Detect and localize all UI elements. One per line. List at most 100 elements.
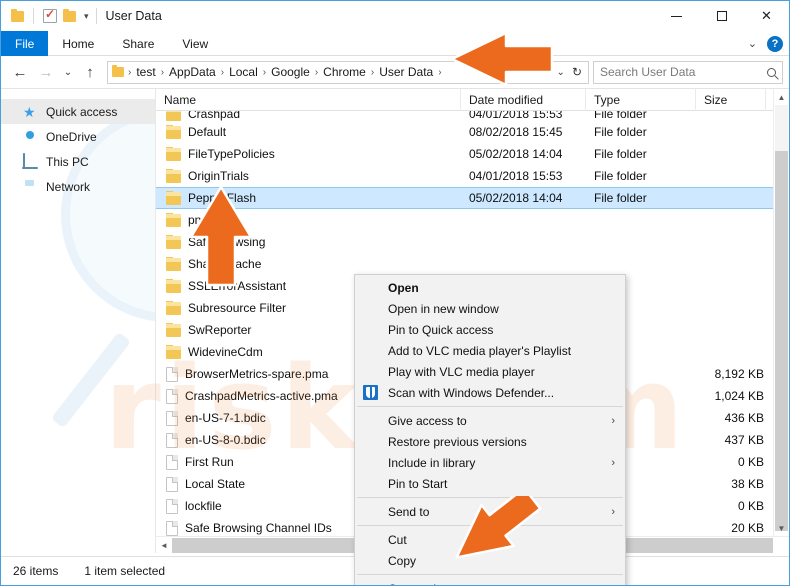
scroll-up-icon[interactable]: ▲ — [774, 89, 789, 105]
tab-share[interactable]: Share — [108, 31, 168, 56]
menu-item-open[interactable]: Open — [355, 277, 625, 298]
menu-item-pin-to-quick-access[interactable]: Pin to Quick access — [355, 319, 625, 340]
menu-item-pin-to-start[interactable]: Pin to Start — [355, 473, 625, 494]
computer-icon — [23, 152, 39, 170]
menu-item-label: Restore previous versions — [388, 434, 527, 449]
menu-item-cut[interactable]: Cut — [355, 529, 625, 550]
table-row[interactable]: PepperFlash 05/02/2018 14:04 File folder — [156, 187, 789, 209]
magnifier-handle-watermark — [50, 331, 132, 429]
breadcrumb[interactable]: › test › AppData › Local › Google › Chro… — [107, 60, 589, 84]
column-header-name[interactable]: Name — [156, 89, 461, 111]
menu-item-send-to[interactable]: Send to › — [355, 501, 625, 522]
file-name-cell: pnacl — [156, 213, 461, 227]
properties-icon[interactable] — [43, 7, 57, 23]
file-name-label: FileTypePolicies — [188, 147, 275, 161]
tab-view[interactable]: View — [168, 31, 222, 56]
vertical-scrollbar[interactable]: ▲ ▼ — [773, 89, 789, 536]
menu-item-restore-previous-versions[interactable]: Restore previous versions — [355, 431, 625, 452]
file-icon — [166, 432, 178, 448]
sidebar-item-this-pc[interactable]: This PC — [1, 149, 155, 174]
menu-item-label: Copy — [388, 553, 417, 568]
title-divider — [95, 8, 97, 24]
search-input[interactable]: Search User Data — [593, 60, 783, 84]
table-row[interactable]: OriginTrials 04/01/2018 15:53 File folder — [156, 165, 789, 187]
toolbar-divider — [33, 8, 34, 24]
minimize-button[interactable] — [654, 1, 699, 31]
back-button[interactable]: ← — [7, 59, 33, 85]
table-row[interactable]: Safe Browsing — [156, 231, 789, 253]
file-size-cell: 436 KB — [724, 411, 764, 425]
forward-button[interactable]: → — [33, 59, 59, 85]
menu-item-copy[interactable]: Copy — [355, 550, 625, 571]
new-folder-icon[interactable] — [63, 8, 76, 22]
breadcrumb-item-appdata[interactable]: AppData — [165, 65, 220, 79]
breadcrumb-item-user-data[interactable]: User Data — [375, 65, 437, 79]
file-type-cell: File folder — [594, 125, 647, 139]
column-header-type[interactable]: Type — [586, 89, 696, 111]
menu-item-play-with-vlc-media-player[interactable]: Play with VLC media player — [355, 361, 625, 382]
file-name-label: PepperFlash — [188, 191, 257, 205]
close-button[interactable]: ✕ — [744, 1, 789, 31]
sidebar-item-onedrive[interactable]: OneDrive — [1, 124, 155, 149]
table-row[interactable]: FileTypePolicies 05/02/2018 14:04 File fol… — [156, 143, 789, 165]
menu-item-open-in-new-window[interactable]: Open in new window — [355, 298, 625, 319]
breadcrumb-item-local[interactable]: Local — [225, 65, 262, 79]
expand-ribbon-icon[interactable]: ⌄ — [748, 37, 757, 50]
breadcrumb-item-chrome[interactable]: Chrome — [319, 65, 370, 79]
tab-file[interactable]: File — [1, 31, 49, 56]
sort-indicator-icon: ^ — [301, 89, 306, 94]
sidebar-item-label: Quick access — [46, 104, 118, 119]
folder-icon — [166, 191, 181, 205]
scroll-left-icon[interactable]: ◄ — [156, 537, 172, 553]
ribbon-tabs: File Home Share View ⌄ ? — [1, 31, 789, 56]
chevron-down-icon[interactable]: ▾ — [84, 11, 89, 22]
menu-item-label: Pin to Start — [388, 476, 448, 491]
sidebar-item-network[interactable]: Network — [1, 174, 155, 199]
file-date-cell: 05/02/2018 14:04 — [469, 191, 563, 205]
scroll-thumb[interactable] — [775, 151, 788, 531]
breadcrumb-separator: › — [438, 66, 442, 78]
refresh-icon[interactable]: ↻ — [572, 65, 582, 79]
file-date-cell: 04/01/2018 15:53 — [469, 111, 563, 121]
sidebar-item-quick-access[interactable]: ★ Quick access — [1, 99, 155, 124]
table-row[interactable]: pnacl — [156, 209, 789, 231]
scroll-down-icon[interactable]: ▼ — [774, 520, 789, 536]
file-name-label: Safe Browsing Channel IDs — [185, 521, 332, 535]
breadcrumb-item-test[interactable]: test — [132, 65, 159, 79]
menu-item-include-in-library[interactable]: Include in library › — [355, 452, 625, 473]
table-row[interactable]: Crashpad 04/01/2018 15:53 File folder — [156, 111, 789, 121]
minimize-icon — [671, 15, 682, 17]
column-header-date-modified[interactable]: Date modified — [461, 89, 586, 111]
help-icon[interactable]: ? — [767, 35, 783, 52]
file-type-cell: File folder — [594, 111, 647, 121]
file-size-cell: 0 KB — [737, 455, 764, 469]
column-header-size[interactable]: Size — [696, 89, 766, 111]
close-icon: ✕ — [761, 8, 772, 23]
table-row[interactable]: Default 08/02/2018 15:45 File folder — [156, 121, 789, 143]
menu-item-scan-with-windows-defender[interactable]: Scan with Windows Defender... — [355, 382, 625, 403]
path-dropdown-icon[interactable]: ⌄ — [557, 67, 565, 78]
menu-item-give-access-to[interactable]: Give access to › — [355, 410, 625, 431]
menu-item-label: Scan with Windows Defender... — [388, 385, 555, 400]
menu-item-label: Play with VLC media player — [388, 364, 535, 379]
menu-item-add-to-vlc-media-player-s-playlist[interactable]: Add to VLC media player's Playlist — [355, 340, 625, 361]
folder-icon — [166, 169, 181, 183]
sidebar-item-label: Network — [46, 179, 91, 194]
scroll-track[interactable] — [775, 105, 788, 151]
file-date-cell: 08/02/2018 15:45 — [469, 125, 563, 139]
up-button[interactable]: ↑ — [77, 59, 103, 85]
tab-home[interactable]: Home — [48, 31, 108, 56]
maximize-button[interactable] — [699, 1, 744, 31]
folder-icon — [166, 111, 181, 121]
folder-icon — [166, 301, 181, 315]
recent-locations-button[interactable]: ⌄ — [59, 59, 77, 85]
breadcrumb-item-google[interactable]: Google — [267, 65, 314, 79]
file-icon — [166, 476, 178, 492]
table-row[interactable]: ShaderCache — [156, 253, 789, 275]
menu-item-create-shortcut[interactable]: Create shortcut — [355, 578, 625, 586]
file-name-cell: PepperFlash — [156, 191, 461, 205]
folder-icon[interactable] — [11, 8, 24, 22]
file-size-cell: 8,192 KB — [714, 367, 764, 381]
file-name-label: pnacl — [188, 213, 217, 227]
file-icon — [166, 520, 178, 536]
